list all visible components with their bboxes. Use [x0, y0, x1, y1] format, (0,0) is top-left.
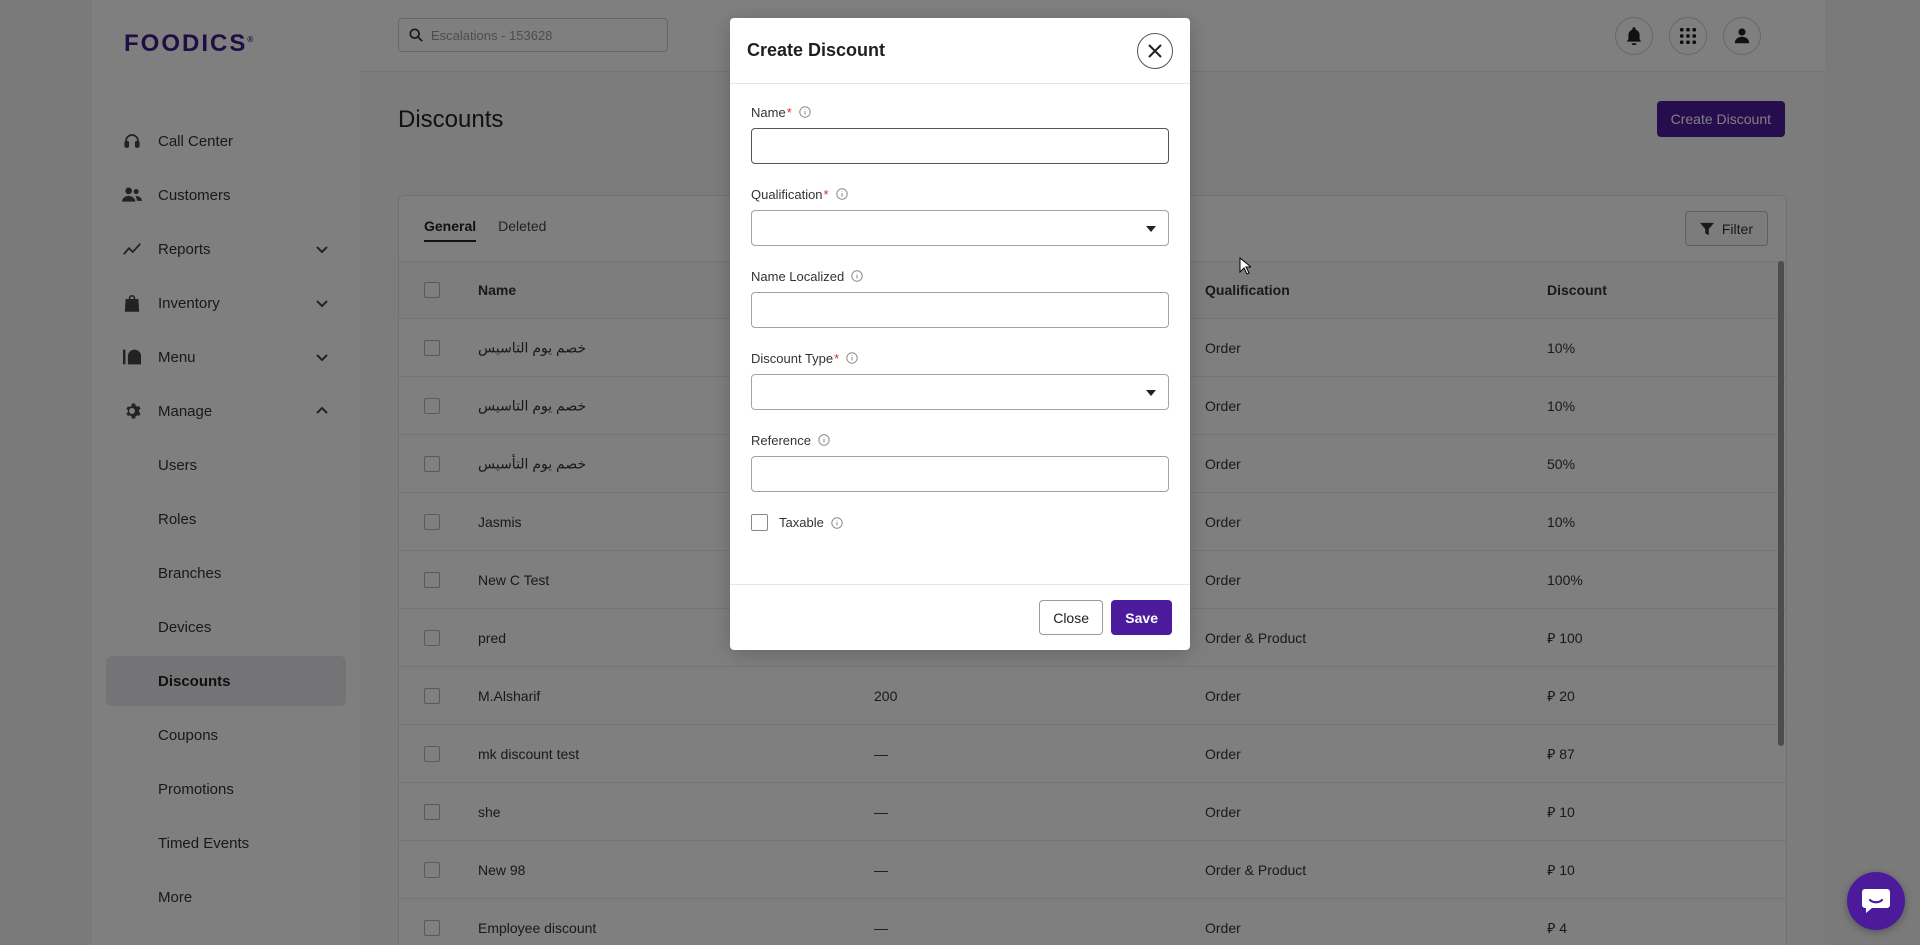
chat-bubble-icon [1862, 889, 1890, 913]
reference-label: Reference [751, 432, 1169, 448]
modal-close-button[interactable] [1137, 33, 1173, 69]
close-icon [1148, 44, 1162, 58]
name-localized-label: Name Localized [751, 268, 1169, 284]
name-localized-input[interactable] [751, 292, 1169, 328]
modal-footer: Close Save [730, 584, 1190, 650]
create-discount-modal: Create Discount Name * Qualification * N… [730, 18, 1190, 650]
name-input[interactable] [751, 128, 1169, 164]
qualification-label: Qualification * [751, 186, 1169, 202]
info-icon[interactable] [818, 434, 830, 446]
modal-header: Create Discount [730, 18, 1190, 84]
caret-down-icon [1146, 390, 1156, 396]
reference-field-group: Reference [751, 432, 1169, 492]
caret-down-icon [1146, 226, 1156, 232]
info-icon[interactable] [846, 352, 858, 364]
taxable-label[interactable]: Taxable [779, 515, 824, 530]
discount-type-field-group: Discount Type * [751, 350, 1169, 410]
support-chat-button[interactable] [1847, 872, 1905, 930]
reference-input[interactable] [751, 456, 1169, 492]
info-icon[interactable] [799, 106, 811, 118]
qualification-field-group: Qualification * [751, 186, 1169, 246]
close-button[interactable]: Close [1039, 600, 1103, 635]
discount-type-label: Discount Type * [751, 350, 1169, 366]
taxable-checkbox[interactable] [751, 514, 768, 531]
info-icon[interactable] [835, 188, 848, 200]
qualification-select[interactable] [751, 210, 1169, 246]
name-label: Name * [751, 104, 1169, 120]
mouse-cursor-icon [1239, 257, 1251, 275]
taxable-row: Taxable [751, 514, 1169, 531]
modal-title: Create Discount [747, 40, 886, 60]
modal-body: Name * Qualification * Name Localized Di… [751, 104, 1169, 531]
name-localized-field-group: Name Localized [751, 268, 1169, 328]
discount-type-select[interactable] [751, 374, 1169, 410]
info-icon[interactable] [851, 270, 863, 282]
name-field-group: Name * [751, 104, 1169, 164]
info-icon[interactable] [831, 516, 843, 529]
save-button[interactable]: Save [1111, 600, 1172, 635]
